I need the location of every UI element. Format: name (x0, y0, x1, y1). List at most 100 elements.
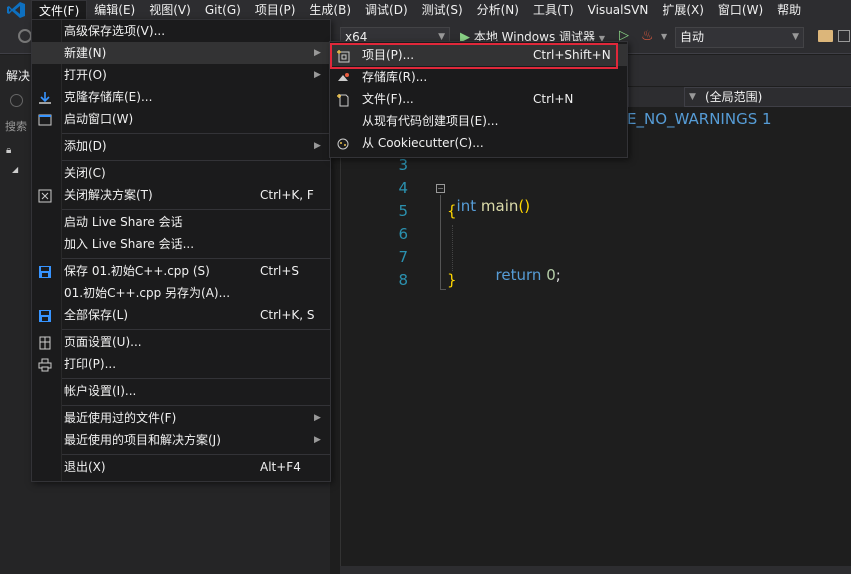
menu-item-save[interactable]: 保存 01.初始C++.cpp (S) Ctrl+S (32, 260, 330, 282)
menu-item-label: 启动窗口(W) (64, 112, 134, 126)
menu-git[interactable]: Git(G) (198, 0, 248, 20)
code-line-main: int main() (447, 179, 531, 215)
menu-build[interactable]: 生成(B) (302, 0, 358, 20)
code-parens: () (518, 197, 531, 215)
menu-analyze[interactable]: 分析(N) (470, 0, 526, 20)
visual-studio-logo-icon[interactable] (0, 0, 31, 20)
menu-item-label: 高级保存选项(V)... (64, 24, 166, 38)
menu-item-new[interactable]: 新建(N) ▶ (32, 42, 330, 64)
menu-separator (62, 160, 330, 161)
menu-item-page-setup[interactable]: 页面设置(U)... (32, 331, 330, 353)
scope-value: (全局范围) (705, 90, 763, 104)
menu-item-recent-projects[interactable]: 最近使用的项目和解决方案(J) ▶ (32, 429, 330, 451)
menu-test[interactable]: 测试(S) (415, 0, 470, 20)
fold-guide-end (440, 289, 446, 290)
menu-item-label: 从 Cookiecutter(C)... (362, 136, 484, 150)
gutter-divider (340, 108, 341, 574)
menu-separator (62, 454, 330, 455)
menu-debug[interactable]: 调试(D) (358, 0, 415, 20)
new-file-icon (336, 92, 350, 107)
menu-item-label: 全部保存(L) (64, 308, 129, 322)
menu-visualsvn[interactable]: VisualSVN (581, 0, 656, 20)
menu-item-start-window[interactable]: 启动窗口(W) (32, 108, 330, 130)
chevron-down-icon: ▼ (792, 32, 799, 42)
menu-item-label: 退出(X) (64, 460, 106, 474)
menu-item-advanced-save[interactable]: 高级保存选项(V)... (32, 20, 330, 42)
menu-extensions[interactable]: 扩展(X) (655, 0, 711, 20)
submenu-item-cookiecutter[interactable]: 从 Cookiecutter(C)... (330, 132, 627, 154)
menu-item-exit[interactable]: 退出(X) Alt+F4 (32, 456, 330, 478)
scope-bar: ▼ (全局范围) (628, 87, 851, 107)
menu-item-clone-repo[interactable]: 克隆存储库(E)... (32, 86, 330, 108)
menu-separator (62, 133, 330, 134)
menu-item-save-as[interactable]: 01.初始C++.cpp 另存为(A)... (32, 282, 330, 304)
save-icon (38, 264, 52, 278)
fold-guide (440, 195, 441, 289)
menu-separator (62, 405, 330, 406)
menu-window[interactable]: 窗口(W) (711, 0, 770, 20)
submenu-item-new-file[interactable]: 文件(F)... Ctrl+N (330, 88, 627, 110)
menu-item-label: 帐户设置(I)... (64, 384, 137, 398)
menu-project[interactable]: 项目(P) (248, 0, 303, 20)
line-number: 3 (398, 156, 408, 174)
editor-status-strip (340, 566, 851, 574)
save-all-icon (38, 308, 52, 322)
submenu-arrow-icon: ▶ (314, 70, 321, 80)
back-nav-icon[interactable] (18, 29, 32, 43)
hot-reload-icon[interactable]: ♨ (641, 28, 654, 44)
code-keyword-return: return (495, 266, 542, 284)
folder-icon[interactable] (818, 30, 833, 42)
menu-item-recent-files[interactable]: 最近使用过的文件(F) ▶ (32, 407, 330, 429)
menu-item-label: 文件(F)... (362, 92, 414, 106)
menu-item-start-live-share[interactable]: 启动 Live Share 会话 (32, 211, 330, 233)
hot-reload-dropdown-icon[interactable]: ▼ (661, 32, 667, 41)
code-number-zero: 0 (546, 266, 556, 284)
printer-icon (38, 357, 52, 372)
menu-item-label: 克隆存储库(E)... (64, 90, 153, 104)
submenu-arrow-icon: ▶ (314, 48, 321, 58)
menu-help[interactable]: 帮助 (770, 0, 808, 20)
lock-icon: 🔒︎ (6, 145, 12, 156)
menu-separator (62, 209, 330, 210)
indent-guide (452, 225, 453, 271)
page-setup-icon (38, 335, 52, 350)
menu-item-close[interactable]: 关闭(C) (32, 162, 330, 184)
menu-item-label: 打印(P)... (64, 357, 117, 371)
menu-file[interactable]: 文件(F) (31, 0, 88, 20)
code-semicolon: ; (555, 266, 561, 284)
menu-item-label: 加入 Live Share 会话... (64, 237, 195, 251)
menu-item-close-solution[interactable]: 关闭解决方案(T) Ctrl+K, F (32, 184, 330, 206)
submenu-item-new-repository[interactable]: 存储库(R)... (330, 66, 627, 88)
submenu-arrow-icon: ▶ (314, 413, 321, 423)
menu-item-account-settings[interactable]: 帐户设置(I)... (32, 380, 330, 402)
code-define-tail: E_NO_WARNINGS 1 (627, 110, 772, 128)
menu-item-label: 从现有代码创建项目(E)... (362, 114, 499, 128)
config-dropdown[interactable]: 自动 ▼ (675, 27, 804, 48)
submenu-item-project-from-code[interactable]: 从现有代码创建项目(E)... (330, 110, 627, 132)
menu-item-shortcut: Alt+F4 (260, 460, 301, 474)
menu-tools[interactable]: 工具(T) (526, 0, 581, 20)
scope-dropdown[interactable]: ▼ (全局范围) (684, 87, 851, 107)
menu-item-label: 关闭解决方案(T) (64, 188, 153, 202)
menu-item-open[interactable]: 打开(O) ▶ (32, 64, 330, 86)
menu-item-join-live-share[interactable]: 加入 Live Share 会话... (32, 233, 330, 255)
line-number: 4 (398, 179, 408, 197)
menu-item-save-all[interactable]: 全部保存(L) Ctrl+K, S (32, 304, 330, 326)
back-icon[interactable] (10, 94, 23, 107)
menu-bar: 文件(F) 编辑(E) 视图(V) Git(G) 项目(P) 生成(B) 调试(… (0, 0, 851, 20)
code-close-brace: } (447, 271, 457, 289)
collapse-icon[interactable]: − (436, 184, 445, 193)
expand-arrow-icon[interactable]: ◢ (12, 165, 18, 174)
toolbar-tool-icon[interactable] (838, 30, 850, 42)
code-editor[interactable] (340, 108, 851, 574)
code-open-brace: { (447, 202, 457, 220)
menu-item-add[interactable]: 添加(D) ▶ (32, 135, 330, 157)
menu-item-label: 打开(O) (64, 68, 107, 82)
solution-explorer-tab[interactable]: 解决 (0, 66, 30, 86)
menu-item-label: 添加(D) (64, 139, 107, 153)
menu-edit[interactable]: 编辑(E) (87, 0, 142, 20)
menu-item-print[interactable]: 打印(P)... (32, 353, 330, 375)
cookiecutter-icon (336, 136, 350, 150)
menu-view[interactable]: 视图(V) (142, 0, 198, 20)
submenu-arrow-icon: ▶ (314, 435, 321, 445)
